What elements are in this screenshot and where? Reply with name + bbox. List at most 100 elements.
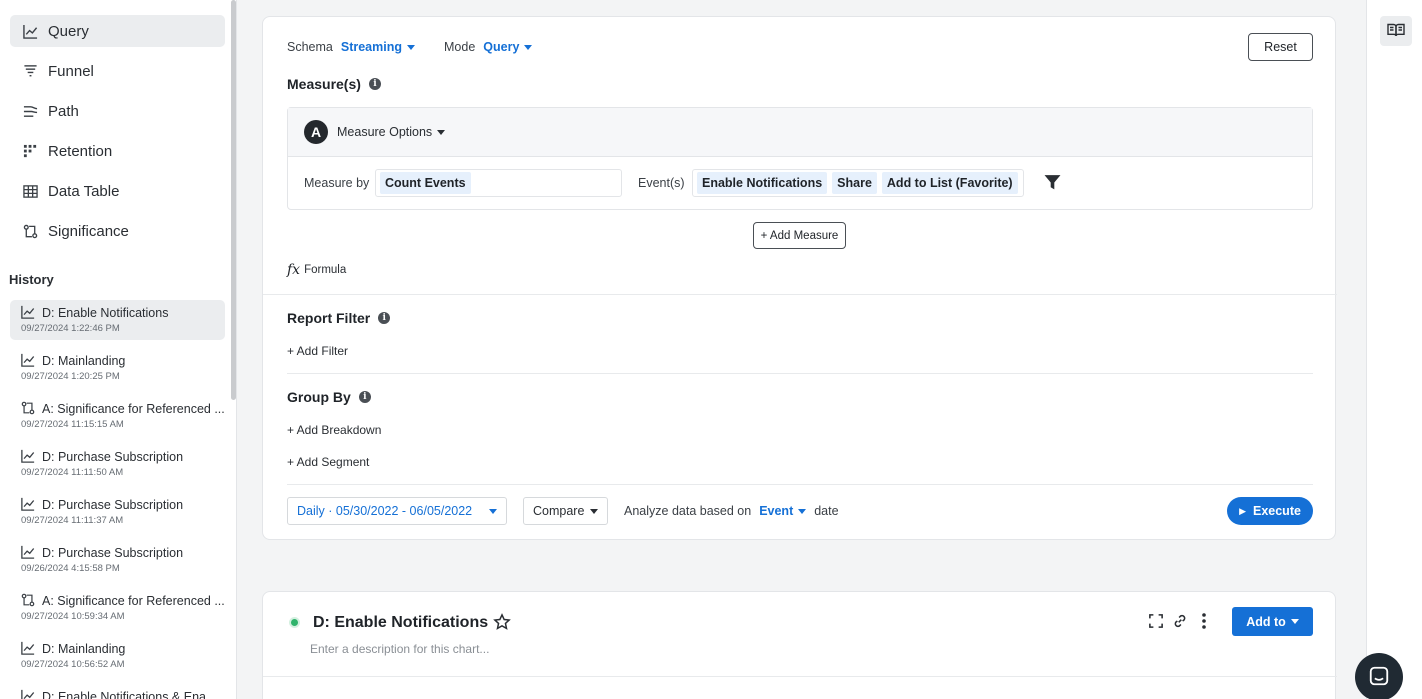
history-item[interactable]: A: Significance for Referenced ... 09/27… [10, 396, 225, 436]
significance-icon [21, 593, 36, 608]
sidebar-item-path[interactable]: Path [10, 95, 225, 127]
line-chart-icon [21, 497, 36, 512]
compare-dropdown[interactable]: Compare [523, 497, 608, 525]
formula-label: Formula [304, 264, 347, 276]
schema-selector: Schema Streaming [287, 40, 415, 54]
formula-icon: fx [287, 262, 301, 278]
chevron-down-icon [407, 45, 415, 51]
formula-button[interactable]: fx Formula [287, 262, 346, 278]
mode-dropdown[interactable]: Query [483, 40, 533, 54]
add-segment-button[interactable]: + Add Segment [287, 455, 369, 469]
analyze-label: Analyze data based on [624, 504, 752, 518]
line-chart-icon [21, 353, 36, 368]
sidebar-item-label: Funnel [48, 62, 94, 80]
query-builder-card: Schema Streaming Mode Query Reset Measur… [262, 16, 1337, 540]
history-item[interactable]: D: Mainlanding 09/27/2024 10:56:52 AM [10, 636, 225, 676]
section-divider [287, 484, 1313, 485]
info-icon[interactable]: i [358, 391, 371, 403]
add-to-button[interactable]: Add to [1232, 607, 1313, 636]
sidebar-item-label: Significance [48, 222, 129, 240]
history-title: History [9, 272, 54, 287]
chart-card: D: Enable Notifications Enter a descript… [262, 591, 1337, 699]
measures-title: Measure(s) [287, 76, 361, 92]
measure-options-dropdown[interactable]: Measure Options [337, 125, 446, 139]
history-item-date: 09/27/2024 1:22:46 PM [21, 323, 120, 334]
section-divider [263, 676, 1337, 677]
docs-button[interactable] [1380, 16, 1412, 46]
play-icon: ▶ [1239, 505, 1246, 516]
line-chart-icon [22, 23, 38, 39]
significance-icon [21, 401, 36, 416]
chevron-down-icon [798, 509, 807, 515]
schema-label: Schema [287, 40, 333, 54]
schema-dropdown[interactable]: Streaming [341, 40, 415, 54]
history-item-label: D: Purchase Subscription [42, 449, 184, 464]
section-divider [263, 294, 1337, 295]
history-item[interactable]: D: Enable Notifications 09/27/2024 1:22:… [10, 300, 225, 340]
history-item[interactable]: D: Purchase Subscription 09/27/2024 11:1… [10, 444, 225, 484]
history-item[interactable]: D: Purchase Subscription 09/26/2024 4:15… [10, 540, 225, 580]
history-item[interactable]: A: Significance for Referenced ... 09/27… [10, 588, 225, 628]
chart-description-input[interactable]: Enter a description for this chart... [310, 642, 489, 656]
chart-title[interactable]: D: Enable Notifications [313, 614, 488, 632]
sidebar-item-retention[interactable]: Retention [10, 135, 225, 167]
info-icon[interactable]: i [378, 312, 391, 324]
history-item-date: 09/27/2024 1:20:25 PM [21, 371, 120, 382]
history-item-label: A: Significance for Referenced ... [42, 593, 225, 608]
filter-icon[interactable] [1044, 174, 1061, 194]
line-chart-icon [21, 305, 36, 320]
event-chip[interactable]: Enable Notifications [697, 172, 828, 194]
sidebar-item-data-table[interactable]: Data Table [10, 175, 225, 207]
report-filter-title: Report Filter [287, 310, 371, 326]
measure-by-chip: Count Events [380, 172, 471, 194]
event-chip[interactable]: Share [832, 172, 877, 194]
sidebar: Query Funnel Path Retention Data Table S… [0, 0, 237, 699]
events-select[interactable]: Enable Notifications Share Add to List (… [692, 169, 1024, 197]
retention-icon [22, 143, 38, 159]
info-icon[interactable]: i [368, 78, 381, 90]
measure-box: A Measure Options Measure by Count Event… [287, 107, 1313, 210]
add-breakdown-button[interactable]: + Add Breakdown [287, 423, 381, 437]
history-item-date: 09/27/2024 11:11:50 AM [21, 467, 124, 478]
mode-selector: Mode Query [444, 40, 533, 54]
schema-value: Streaming [340, 40, 402, 54]
group-by-section-title: Group By i [287, 389, 371, 405]
chevron-down-icon [437, 130, 446, 136]
more-icon[interactable] [1201, 613, 1207, 632]
measure-avatar: A [304, 120, 328, 144]
chat-icon [1368, 665, 1390, 690]
analyze-suffix: date [814, 504, 839, 518]
sidebar-scrollbar[interactable] [231, 0, 236, 400]
add-measure-button[interactable]: + Add Measure [753, 222, 846, 249]
date-range-dropdown[interactable]: Daily · 05/30/2022 - 06/05/2022 [287, 497, 507, 525]
line-chart-icon [21, 641, 36, 656]
fullscreen-icon[interactable] [1149, 614, 1163, 631]
link-icon[interactable] [1173, 614, 1187, 631]
measure-by-select[interactable]: Count Events [375, 169, 622, 197]
right-panel [1366, 0, 1422, 699]
sidebar-item-label: Data Table [48, 182, 120, 200]
analyze-dropdown[interactable]: Event [759, 504, 807, 518]
path-icon [22, 103, 38, 119]
sidebar-item-funnel[interactable]: Funnel [10, 55, 225, 87]
mode-value: Query [483, 40, 520, 54]
line-chart-icon [21, 449, 36, 464]
history-item-label: D: Mainlanding [42, 641, 126, 656]
star-icon[interactable] [493, 613, 511, 634]
add-filter-button[interactable]: + Add Filter [287, 344, 348, 358]
book-icon [1387, 23, 1405, 40]
measure-header: A Measure Options [288, 108, 1312, 157]
sidebar-item-label: Query [48, 22, 89, 40]
history-item[interactable]: D: Mainlanding 09/27/2024 1:20:25 PM [10, 348, 225, 388]
significance-icon [22, 223, 38, 239]
report-filter-section-title: Report Filter i [287, 310, 391, 326]
line-chart-icon [21, 689, 36, 699]
sidebar-item-query[interactable]: Query [10, 15, 225, 47]
history-item[interactable]: D: Enable Notifications & Ena... [10, 684, 225, 699]
sidebar-item-significance[interactable]: Significance [10, 215, 225, 247]
history-item[interactable]: D: Purchase Subscription 09/27/2024 11:1… [10, 492, 225, 532]
chat-launcher-button[interactable] [1355, 653, 1403, 699]
reset-button[interactable]: Reset [1248, 33, 1313, 61]
execute-button[interactable]: ▶ Execute [1227, 497, 1313, 525]
event-chip[interactable]: Add to List (Favorite) [881, 172, 1018, 194]
